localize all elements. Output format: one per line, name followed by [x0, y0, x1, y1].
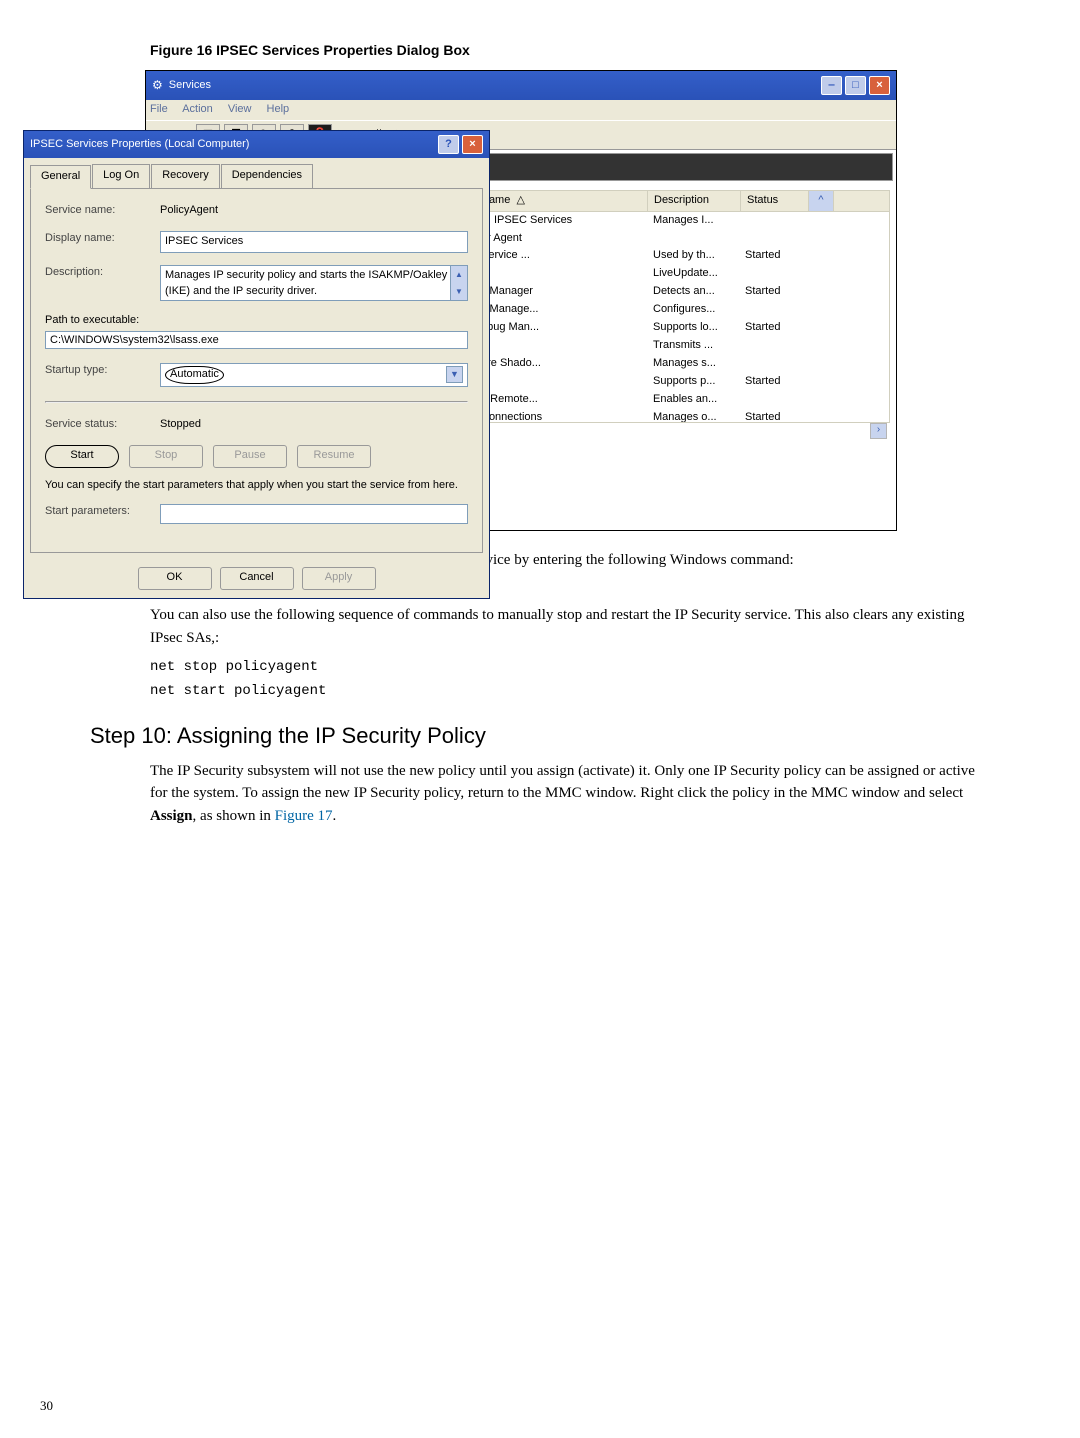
- list-header: Name △ Description Status ^: [474, 190, 890, 212]
- scroll-up-icon[interactable]: ^: [809, 191, 834, 211]
- startup-label: Startup type:: [45, 363, 160, 379]
- menu-view[interactable]: View: [228, 103, 252, 115]
- row-desc: Manages I...: [647, 212, 739, 230]
- window-title: Services: [169, 78, 211, 94]
- apply-button: Apply: [302, 567, 376, 590]
- menu-action[interactable]: Action: [182, 103, 213, 115]
- description-text: Manages IP security policy and starts th…: [165, 269, 447, 297]
- code2: net stop policyagent: [150, 657, 990, 677]
- menu-file[interactable]: File: [150, 103, 168, 115]
- tab-logon[interactable]: Log On: [92, 164, 150, 188]
- spin-up-icon[interactable]: ▲: [451, 266, 467, 283]
- status-label: Service status:: [45, 417, 160, 433]
- dropdown-icon[interactable]: ▼: [446, 366, 463, 383]
- page-number: 30: [40, 1397, 53, 1416]
- minimize-icon[interactable]: ‒: [821, 76, 842, 95]
- service-name-label: Service name:: [45, 203, 160, 219]
- start-params-label: Start parameters:: [45, 504, 160, 520]
- menubar: File Action View Help: [146, 100, 896, 120]
- para2: You can also use the following sequence …: [150, 604, 990, 649]
- figure-caption: Figure 16 IPSEC Services Properties Dial…: [150, 40, 990, 60]
- resume-button: Resume: [297, 445, 371, 468]
- maximize-icon[interactable]: □: [845, 76, 866, 95]
- startup-value: Automatic: [165, 366, 224, 384]
- start-params-input: [160, 504, 468, 524]
- close-icon[interactable]: ×: [869, 76, 890, 95]
- description-input[interactable]: Manages IP security policy and starts th…: [160, 265, 468, 301]
- path-input[interactable]: [45, 331, 468, 349]
- service-list[interactable]: ⚙ IPSEC ServicesManages I... er Agent Se…: [474, 212, 890, 423]
- col-status[interactable]: Status: [741, 191, 809, 211]
- hint-text: You can specify the start parameters tha…: [45, 478, 468, 494]
- col-desc[interactable]: Description: [648, 191, 741, 211]
- scroll-right-icon[interactable]: ›: [870, 423, 887, 439]
- dialog-title: IPSEC Services Properties (Local Compute…: [30, 137, 249, 153]
- close-icon[interactable]: ×: [462, 135, 483, 154]
- path-label: Path to executable:: [45, 313, 468, 329]
- startup-select[interactable]: Automatic ▼: [160, 363, 468, 387]
- code3: net start policyagent: [150, 681, 990, 701]
- display-name-label: Display name:: [45, 231, 160, 247]
- step-heading: Step 10: Assigning the IP Security Polic…: [90, 720, 990, 752]
- menu-help[interactable]: Help: [267, 103, 290, 115]
- pause-button: Pause: [213, 445, 287, 468]
- stop-button: Stop: [129, 445, 203, 468]
- titlebar: ⚙ Services ‒ □ ×: [146, 71, 896, 100]
- description-label: Description:: [45, 265, 160, 281]
- help-icon[interactable]: ?: [438, 135, 459, 154]
- tabs: General Log On Recovery Dependencies: [24, 158, 489, 188]
- properties-dialog: IPSEC Services Properties (Local Compute…: [23, 130, 490, 599]
- start-button[interactable]: Start: [45, 445, 119, 468]
- cancel-button[interactable]: Cancel: [220, 567, 294, 590]
- assign-bold: Assign: [150, 808, 193, 824]
- gear-icon: ⚙: [152, 77, 163, 94]
- service-name-value: PolicyAgent: [160, 203, 218, 219]
- display-name-input[interactable]: IPSEC Services: [160, 231, 468, 253]
- figure-link[interactable]: Figure 17: [275, 808, 333, 824]
- tab-general[interactable]: General: [30, 165, 91, 189]
- status-value: Stopped: [160, 417, 201, 433]
- tab-dependencies[interactable]: Dependencies: [221, 164, 313, 188]
- para3: The IP Security subsystem will not use t…: [150, 760, 990, 828]
- row-name: IPSEC Services: [494, 214, 572, 226]
- tab-recovery[interactable]: Recovery: [151, 164, 219, 188]
- spin-down-icon[interactable]: ▼: [451, 283, 467, 300]
- ok-button[interactable]: OK: [138, 567, 212, 590]
